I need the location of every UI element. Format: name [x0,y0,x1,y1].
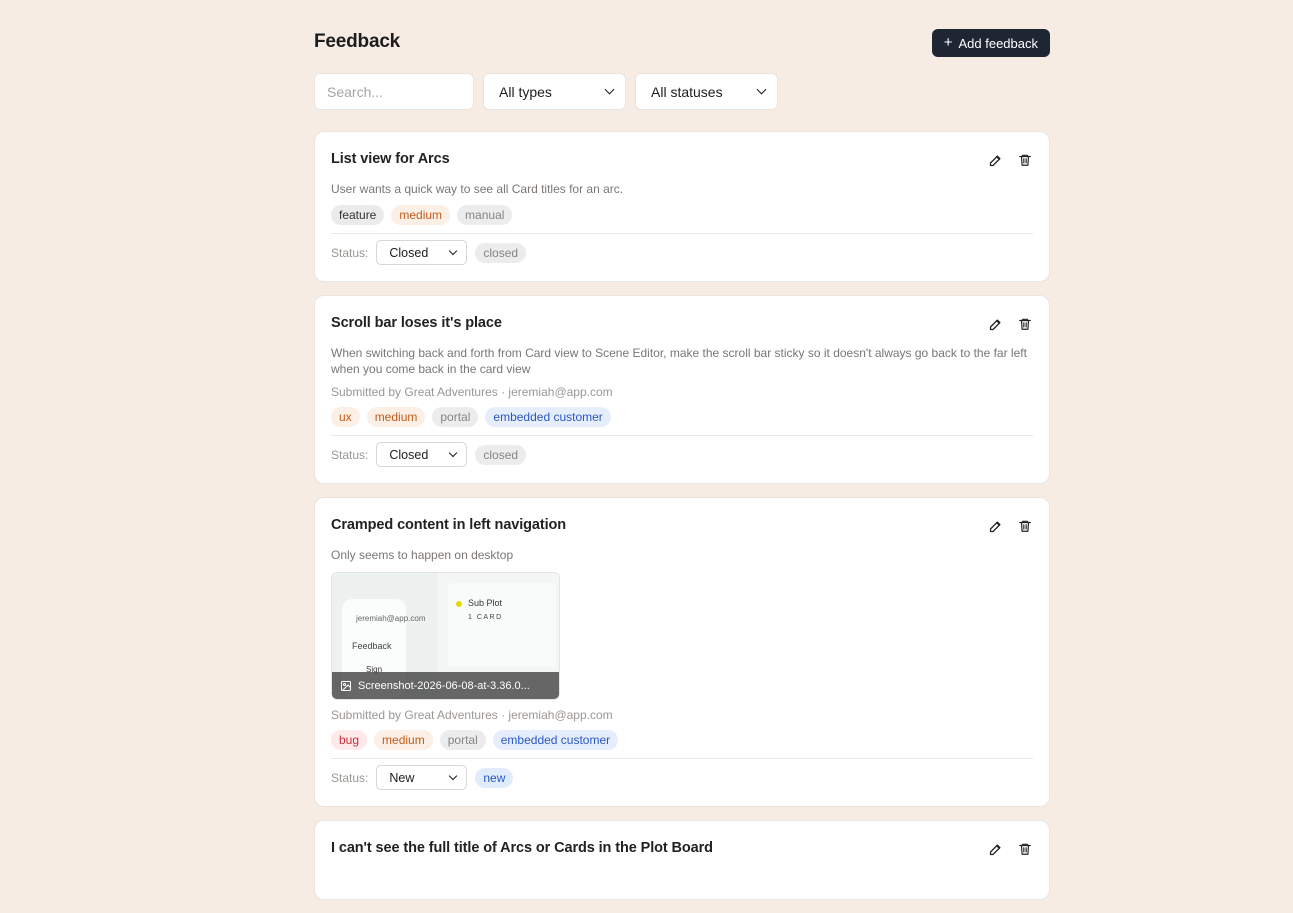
status-row: Status: Closed closed [331,442,1033,467]
status-select-value: Closed [389,447,429,462]
card-actions [987,152,1033,168]
status-row: Status: New new [331,765,1033,790]
pencil-icon[interactable] [987,316,1003,332]
attachment-thumbnail[interactable]: jeremiah@app.com Feedback Sign Sub Plot … [331,572,560,700]
type-filter-value: All types [499,83,552,100]
priority-tag: medium [366,407,426,427]
status-select-value: Closed [389,245,429,260]
customer-tag: embedded customer [492,730,619,750]
source-tag: manual [457,205,513,225]
add-feedback-label: Add feedback [958,35,1038,51]
thumb-subplot: Sub Plot [468,598,503,608]
trash-icon[interactable] [1017,841,1033,857]
feedback-page: Feedback + Add feedback All types All st… [314,0,1050,913]
type-tag: feature [331,205,385,225]
tag-list: bug medium portal embedded customer [331,730,1033,750]
status-filter-select[interactable]: All statuses [635,73,778,110]
type-tag: ux [331,407,360,427]
thumb-card-count: 1 CARD [468,614,503,621]
status-badge: closed [475,444,527,465]
divider [331,758,1033,759]
status-label: Status: [331,245,369,260]
priority-tag: medium [374,730,433,750]
thumb-feedback: Feedback [352,641,392,651]
card-actions [987,841,1033,857]
card-title: Scroll bar loses it's place [331,315,502,331]
pencil-icon[interactable] [987,841,1003,857]
divider [331,233,1033,234]
source-tag: portal [432,407,479,427]
add-feedback-button[interactable]: + Add feedback [931,29,1050,57]
chevron-down-icon [449,771,458,780]
attachment-filename: Screenshot-2026-06-08-at-3.36.0... [358,679,530,692]
status-label: Status: [331,447,369,462]
card-description: Only seems to happen on desktop [331,548,514,562]
chevron-down-icon [604,84,615,95]
feedback-card: Cramped content in left navigation Only … [314,497,1050,807]
priority-tag: medium [391,205,451,225]
card-description: User wants a quick way to see all Card t… [331,182,624,196]
card-title: I can't see the full title of Arcs or Ca… [331,840,713,856]
feedback-card: Scroll bar loses it's place When switchi… [314,295,1050,484]
page-title: Feedback [314,31,401,52]
status-badge: closed [475,242,527,263]
type-tag: bug [331,730,368,750]
status-select[interactable]: New [376,765,468,790]
card-title: Cramped content in left navigation [331,517,567,533]
status-select-value: New [389,770,415,785]
thumb-email: jeremiah@app.com [356,614,426,623]
status-filter-value: All statuses [651,83,723,100]
chevron-down-icon [449,246,458,255]
customer-tag: embedded customer [485,407,611,427]
trash-icon[interactable] [1017,518,1033,534]
status-badge: new [475,767,514,788]
thumb-card [448,583,556,667]
tag-list: feature medium manual [331,205,1033,225]
image-icon [341,680,351,691]
status-label: Status: [331,770,369,785]
divider [331,435,1033,436]
status-select[interactable]: Closed [376,442,468,467]
trash-icon[interactable] [1017,316,1033,332]
chevron-down-icon [756,84,767,95]
plus-icon: + [943,34,953,51]
type-filter-select[interactable]: All types [483,73,626,110]
card-actions [987,518,1033,534]
status-row: Status: Closed closed [331,240,1033,265]
chevron-down-icon [449,448,458,457]
status-select[interactable]: Closed [376,240,468,265]
card-description: When switching back and forth from Card … [331,346,1027,376]
card-title: List view for Arcs [331,151,450,167]
submitted-by: Submitted by Great Adventures · jeremiah… [331,385,613,399]
attachment-caption: Screenshot-2026-06-08-at-3.36.0... [332,672,559,699]
source-tag: portal [439,730,486,750]
tag-list: ux medium portal embedded customer [331,407,1033,427]
pencil-icon[interactable] [987,518,1003,534]
feedback-card: I can't see the full title of Arcs or Ca… [314,820,1050,900]
card-actions [987,316,1033,332]
feedback-card: List view for Arcs User wants a quick wa… [314,131,1050,282]
search-input[interactable] [314,73,474,110]
pencil-icon[interactable] [987,152,1003,168]
submitted-by: Submitted by Great Adventures · jeremiah… [331,708,613,722]
trash-icon[interactable] [1017,152,1033,168]
filter-bar: All types All statuses [314,73,1050,110]
page-header: Feedback + Add feedback [314,0,1050,73]
thumb-dot [456,601,462,607]
